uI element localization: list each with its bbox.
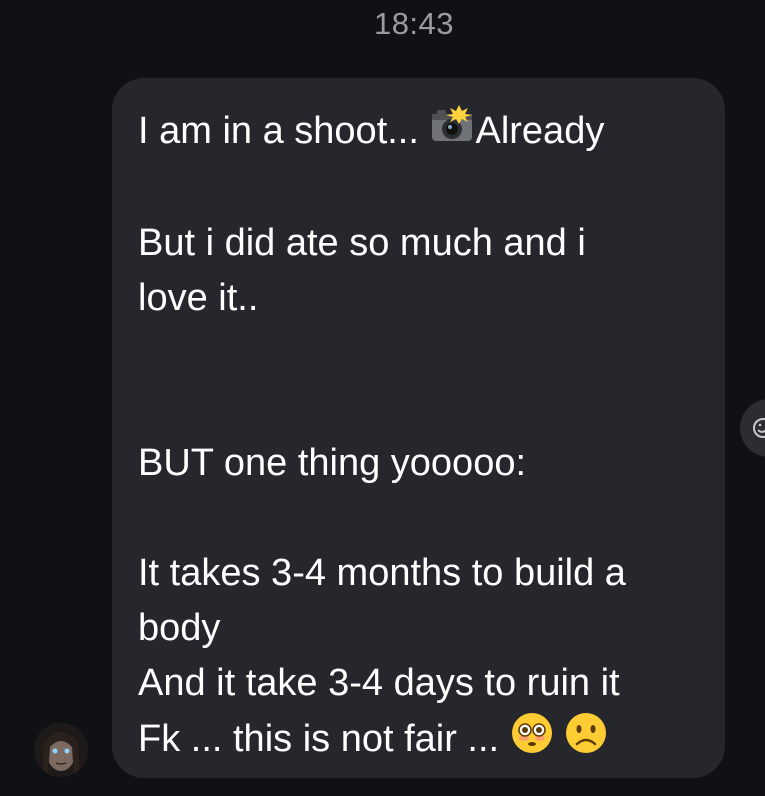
- smiley-outline-icon: [753, 418, 765, 438]
- message-line-12: Fk ... this is not fair ...: [138, 711, 701, 771]
- camera-flash-emoji: [429, 104, 475, 161]
- message-line-8: [138, 491, 701, 546]
- message-line-4: love it..: [138, 276, 259, 319]
- message-line-9: It takes 3-4 months to build a: [138, 551, 626, 594]
- chat-screen: 18:43 I am in a shoot... Already But i d…: [0, 0, 765, 796]
- message-line-5: [138, 326, 701, 381]
- sender-avatar[interactable]: [34, 723, 88, 777]
- flushed-face-emoji: [510, 711, 554, 771]
- message-bubble[interactable]: I am in a shoot... Already But i did ate…: [112, 78, 725, 778]
- message-timestamp: 18:43: [373, 6, 455, 41]
- slightly-frowning-face-emoji: [564, 711, 608, 771]
- message-line-1: I am in a shoot... Already: [138, 104, 701, 161]
- message-line-11: And it take 3-4 days to ruin it: [138, 661, 620, 704]
- message-line-6: [138, 381, 701, 436]
- message-line-2: [138, 161, 701, 216]
- reaction-button[interactable]: [740, 399, 765, 457]
- message-line-3: But i did ate so much and i: [138, 221, 586, 264]
- message-line-10: body: [138, 606, 221, 649]
- message-line-7: BUT one thing yooooo:: [138, 441, 527, 484]
